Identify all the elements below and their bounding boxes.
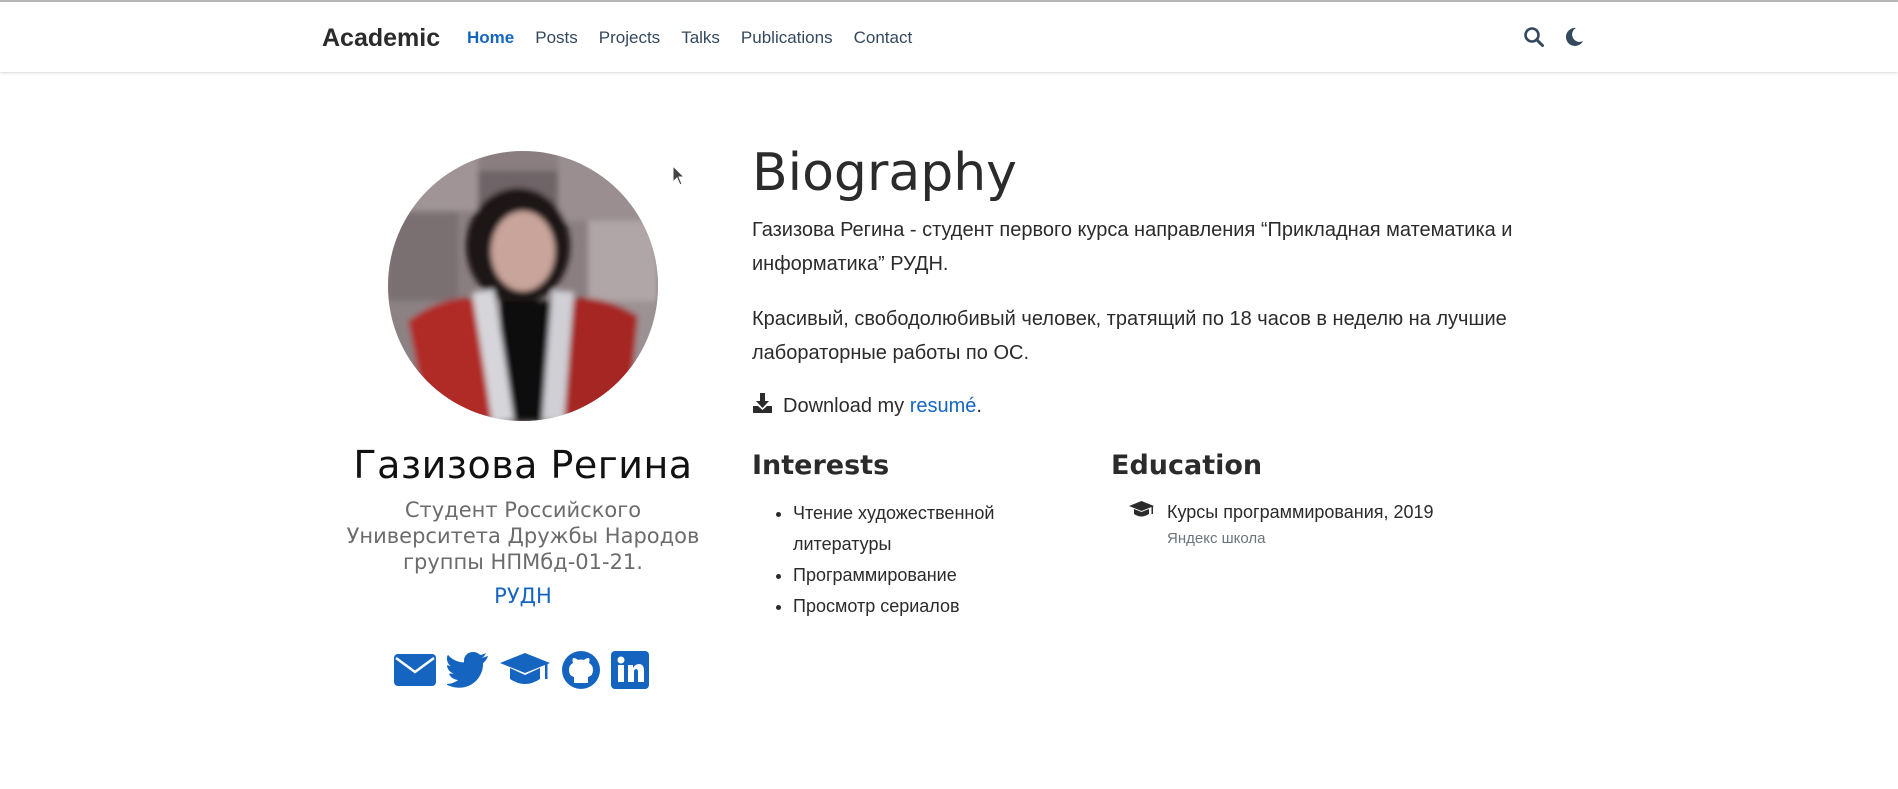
main-nav: Home Posts Projects Talks Publications C… xyxy=(467,28,933,48)
education-institution: Яндекс школа xyxy=(1167,530,1266,547)
moon-icon[interactable] xyxy=(1563,26,1585,48)
education-course: Курсы программирования, 2019 xyxy=(1167,502,1434,522)
interests-list: Чтение художественной литературы Програм… xyxy=(793,498,1093,622)
nav-item-publications[interactable]: Publications xyxy=(741,28,833,48)
social-links xyxy=(393,650,649,695)
download-resume: Download my resumé. xyxy=(752,392,982,420)
twitter-icon[interactable] xyxy=(445,652,489,693)
site-brand[interactable]: Academic xyxy=(322,24,440,53)
envelope-icon[interactable] xyxy=(393,653,437,692)
interest-item: Программирование xyxy=(793,560,1093,591)
resume-link[interactable]: resumé xyxy=(910,395,977,417)
nav-item-projects[interactable]: Projects xyxy=(599,28,660,48)
download-icon xyxy=(752,392,773,420)
nav-item-contact[interactable]: Contact xyxy=(854,28,913,48)
linkedin-icon[interactable] xyxy=(611,651,649,694)
interests-title: Interests xyxy=(752,450,890,481)
biography-title: Biography xyxy=(752,143,1017,203)
nav-item-home[interactable]: Home xyxy=(467,28,514,48)
biography-paragraph-1: Газизова Регина - студент первого курса … xyxy=(752,219,1513,275)
avatar xyxy=(388,151,658,421)
profile-organization-link[interactable]: РУДН xyxy=(300,584,746,608)
github-icon[interactable] xyxy=(561,650,601,695)
biography-paragraph-2: Красивый, свободолюбивый человек, тратящ… xyxy=(752,308,1507,364)
mouse-cursor-icon xyxy=(672,165,686,186)
search-icon[interactable] xyxy=(1523,26,1545,48)
profile-role: Студент Российского Университета Дружбы … xyxy=(346,498,700,574)
education-title: Education xyxy=(1111,450,1263,481)
graduation-cap-icon xyxy=(1128,500,1155,547)
navbar: Academic Home Posts Projects Talks Publi… xyxy=(0,2,1898,72)
nav-icons xyxy=(1523,26,1585,48)
nav-item-posts[interactable]: Posts xyxy=(535,28,578,48)
download-suffix: . xyxy=(976,394,982,417)
download-prefix: Download my xyxy=(783,394,910,417)
profile-name: Газизова Регина xyxy=(353,443,693,487)
interest-item: Просмотр сериалов xyxy=(793,591,1093,622)
graduation-cap-icon[interactable] xyxy=(499,651,551,694)
interest-item: Чтение художественной литературы xyxy=(793,498,1093,560)
education-item: Курсы программирования, 2019 Яндекс школ… xyxy=(1128,500,1434,547)
nav-item-talks[interactable]: Talks xyxy=(681,28,720,48)
